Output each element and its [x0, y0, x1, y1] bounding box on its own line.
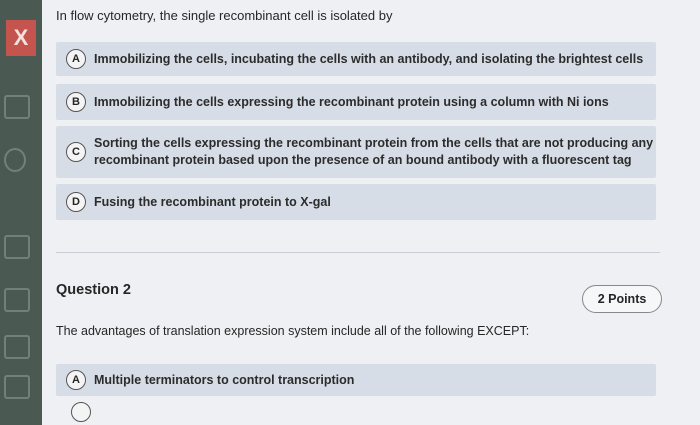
option-text: Fusing the recombinant protein to X-gal — [94, 194, 331, 209]
points-badge: 2 Points — [582, 285, 662, 313]
calculator-icon[interactable] — [4, 335, 30, 359]
q2-option-b-partial[interactable] — [71, 402, 91, 422]
mail-icon[interactable] — [4, 375, 30, 399]
bank-icon[interactable] — [4, 95, 30, 119]
question-divider — [56, 252, 660, 253]
left-sidebar: X — [0, 0, 42, 425]
option-text: Multiple terminators to control transcri… — [94, 372, 355, 387]
close-icon[interactable]: X — [6, 20, 36, 56]
option-text: Immobilizing the cells, incubating the c… — [94, 51, 644, 66]
q1-option-b[interactable]: B Immobilizing the cells expressing the … — [56, 84, 656, 120]
option-letter: C — [66, 142, 86, 162]
question-2-title: Question 2 — [56, 282, 131, 298]
q1-option-a[interactable]: A Immobilizing the cells, incubating the… — [56, 42, 656, 76]
option-letter: A — [66, 370, 86, 390]
people-icon[interactable] — [4, 288, 30, 312]
calendar-icon[interactable] — [4, 235, 30, 259]
option-text: Immobilizing the cells expressing the re… — [94, 94, 609, 109]
option-letter: D — [66, 192, 86, 212]
question-1-prompt: In flow cytometry, the single recombinan… — [56, 8, 393, 23]
option-text: Sorting the cells expressing the recombi… — [94, 136, 654, 167]
q1-option-c[interactable]: C Sorting the cells expressing the recom… — [56, 126, 656, 178]
q2-option-a[interactable]: A Multiple terminators to control transc… — [56, 364, 656, 396]
question-2-prompt: The advantages of translation expression… — [56, 324, 530, 338]
search-icon[interactable] — [4, 148, 26, 172]
option-letter: B — [66, 92, 86, 112]
q1-option-d[interactable]: D Fusing the recombinant protein to X-ga… — [56, 184, 656, 220]
quiz-content: In flow cytometry, the single recombinan… — [42, 0, 700, 425]
option-letter: A — [66, 49, 86, 69]
